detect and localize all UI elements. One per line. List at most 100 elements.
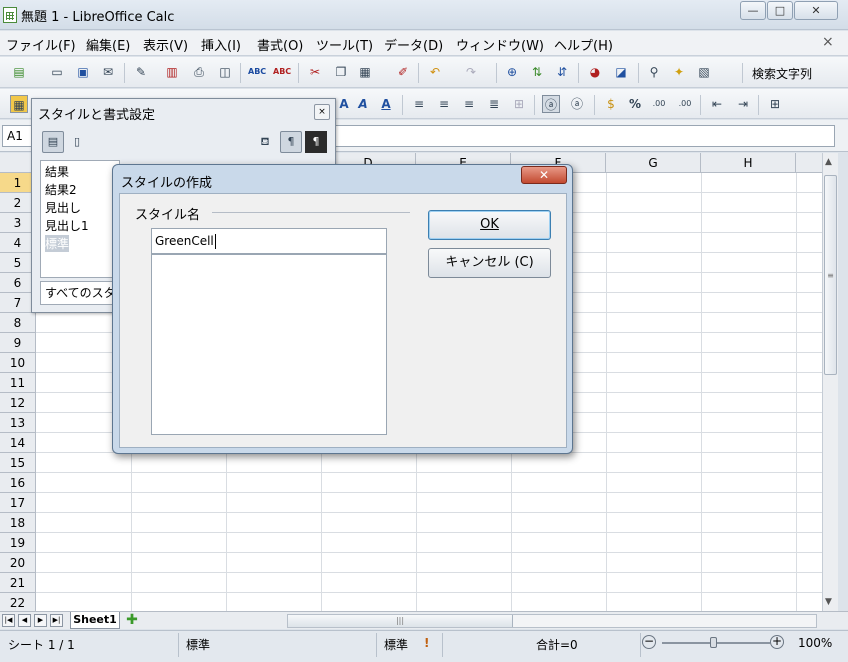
cut-icon[interactable]: ✂ xyxy=(306,63,324,81)
edit-file-icon[interactable]: ✎ xyxy=(132,63,150,81)
bold-icon[interactable]: A xyxy=(335,95,353,113)
decimal-format-icon[interactable]: .00 xyxy=(676,95,694,113)
menu-help[interactable]: ヘルプ(H) xyxy=(554,35,613,54)
currency-format-icon[interactable]: $ xyxy=(602,95,620,113)
styles-list[interactable]: 結果 結果2 見出し 見出し1 標準 xyxy=(40,160,120,278)
vertical-scrollbar[interactable]: ▲ ≡ ▼ xyxy=(822,153,838,611)
zoom-slider-thumb[interactable] xyxy=(710,637,717,648)
name-box[interactable]: A1 xyxy=(2,125,32,147)
navigator-icon[interactable]: ✦ xyxy=(670,63,688,81)
print-icon[interactable]: ⎙ xyxy=(190,63,208,81)
scroll-up-icon[interactable]: ▲ xyxy=(825,157,832,167)
percent-format-icon[interactable]: % xyxy=(626,95,644,113)
page-style[interactable]: 標準 xyxy=(186,636,210,653)
clone-formatting-icon[interactable]: ✐ xyxy=(394,63,412,81)
insert-chart-icon[interactable]: ◕ xyxy=(586,63,604,81)
new-style-from-selection-icon[interactable]: ¶ xyxy=(280,131,302,153)
row-header-14[interactable]: 14 xyxy=(0,433,36,453)
email-icon[interactable]: ✉ xyxy=(99,63,117,81)
decrease-indent-icon[interactable]: ⇤ xyxy=(708,95,726,113)
spellcheck-icon[interactable]: ABC xyxy=(248,63,266,81)
styles-formatting-icon[interactable]: ▦ xyxy=(10,95,28,113)
column-header-h[interactable]: H xyxy=(701,153,796,173)
previous-sheet-icon[interactable]: ◀ xyxy=(18,614,31,627)
align-left-icon[interactable]: ≡ xyxy=(410,95,428,113)
fill-format-icon[interactable]: ⛾ xyxy=(254,131,276,153)
justify-icon[interactable]: ≣ xyxy=(485,95,503,113)
align-right-icon[interactable]: ≡ xyxy=(460,95,478,113)
increase-indent-icon[interactable]: ⇥ xyxy=(734,95,752,113)
menu-view[interactable]: 表示(V) xyxy=(143,35,188,54)
menu-insert[interactable]: 挿入(I) xyxy=(201,35,241,54)
row-header-18[interactable]: 18 xyxy=(0,513,36,533)
copy-icon[interactable]: ❐ xyxy=(332,63,350,81)
align-bottom-icon[interactable]: ⓐ xyxy=(568,95,586,113)
paste-icon[interactable]: ▦ xyxy=(356,63,374,81)
maximize-button[interactable]: □ xyxy=(767,1,793,20)
menu-format[interactable]: 書式(O) xyxy=(257,35,303,54)
find-replace-icon[interactable]: ⚲ xyxy=(645,63,663,81)
autospellcheck-icon[interactable]: ABC xyxy=(273,63,291,81)
menu-file[interactable]: ファイル(F) xyxy=(6,35,76,54)
vertical-scroll-thumb[interactable]: ≡ xyxy=(824,175,837,375)
zoom-in-icon[interactable]: + xyxy=(770,635,784,649)
close-document-icon[interactable]: × xyxy=(822,34,834,50)
add-sheet-icon[interactable]: ✚ xyxy=(122,613,142,628)
selection-mode[interactable]: 標準 xyxy=(384,636,408,653)
row-header-20[interactable]: 20 xyxy=(0,553,36,573)
row-header-9[interactable]: 9 xyxy=(0,333,36,353)
row-header-21[interactable]: 21 xyxy=(0,573,36,593)
number-format-icon[interactable]: .00 xyxy=(650,95,668,113)
new-document-icon[interactable]: ▤ xyxy=(10,63,28,81)
first-sheet-icon[interactable]: |◀ xyxy=(2,614,15,627)
merge-cells-icon[interactable]: ⊞ xyxy=(510,95,528,113)
hyperlink-icon[interactable]: ⊕ xyxy=(503,63,521,81)
gallery-icon[interactable]: ▧ xyxy=(695,63,713,81)
styles-panel-close-icon[interactable]: × xyxy=(314,104,330,120)
style-filter-select[interactable]: すべてのスタイル xyxy=(40,281,120,305)
row-header-12[interactable]: 12 xyxy=(0,393,36,413)
row-header-22[interactable]: 22 xyxy=(0,593,36,611)
style-item[interactable]: 結果 xyxy=(45,163,69,180)
sort-descending-icon[interactable]: ⇵ xyxy=(553,63,571,81)
existing-styles-list[interactable] xyxy=(151,254,387,435)
style-item-selected[interactable]: 標準 xyxy=(45,235,70,252)
row-header-15[interactable]: 15 xyxy=(0,453,36,473)
sort-ascending-icon[interactable]: ⇅ xyxy=(528,63,546,81)
row-header-8[interactable]: 8 xyxy=(0,313,36,333)
next-sheet-icon[interactable]: ▶ xyxy=(34,614,47,627)
style-item[interactable]: 見出し1 xyxy=(45,217,89,234)
page-styles-icon[interactable]: ▯ xyxy=(66,131,88,153)
pivot-table-icon[interactable]: ◪ xyxy=(612,63,630,81)
column-header-g[interactable]: G xyxy=(606,153,701,173)
menu-data[interactable]: データ(D) xyxy=(384,35,443,54)
export-pdf-icon[interactable]: ▥ xyxy=(163,63,181,81)
horizontal-scrollbar[interactable]: ||| xyxy=(287,614,817,628)
italic-icon[interactable]: A xyxy=(354,95,372,113)
row-header-10[interactable]: 10 xyxy=(0,353,36,373)
style-item[interactable]: 見出し xyxy=(45,199,81,216)
zoom-out-icon[interactable]: − xyxy=(642,635,656,649)
underline-icon[interactable]: A xyxy=(377,95,395,113)
update-style-icon[interactable]: ¶ xyxy=(305,131,327,153)
borders-icon[interactable]: ⊞ xyxy=(766,95,784,113)
horizontal-scroll-thumb[interactable]: ||| xyxy=(288,615,513,627)
align-center-icon[interactable]: ≡ xyxy=(435,95,453,113)
print-preview-icon[interactable]: ◫ xyxy=(216,63,234,81)
zoom-level[interactable]: 100% xyxy=(798,636,832,650)
scroll-down-icon[interactable]: ▼ xyxy=(825,597,832,607)
open-icon[interactable]: ▭ xyxy=(48,63,66,81)
undo-icon[interactable]: ↶ xyxy=(426,63,444,81)
close-window-button[interactable]: ✕ xyxy=(794,1,838,20)
find-toolbar-label[interactable]: 検索文字列 xyxy=(752,65,812,82)
row-header-17[interactable]: 17 xyxy=(0,493,36,513)
minimize-button[interactable]: — xyxy=(740,1,766,20)
style-name-input[interactable]: GreenCell xyxy=(151,228,387,254)
menu-edit[interactable]: 編集(E) xyxy=(86,35,130,54)
menu-window[interactable]: ウィンドウ(W) xyxy=(456,35,544,54)
menu-tools[interactable]: ツール(T) xyxy=(316,35,373,54)
row-header-11[interactable]: 11 xyxy=(0,373,36,393)
redo-icon[interactable]: ↷ xyxy=(462,63,480,81)
cell-styles-icon[interactable]: ▤ xyxy=(42,131,64,153)
align-top-icon[interactable]: ⓐ xyxy=(542,95,560,113)
